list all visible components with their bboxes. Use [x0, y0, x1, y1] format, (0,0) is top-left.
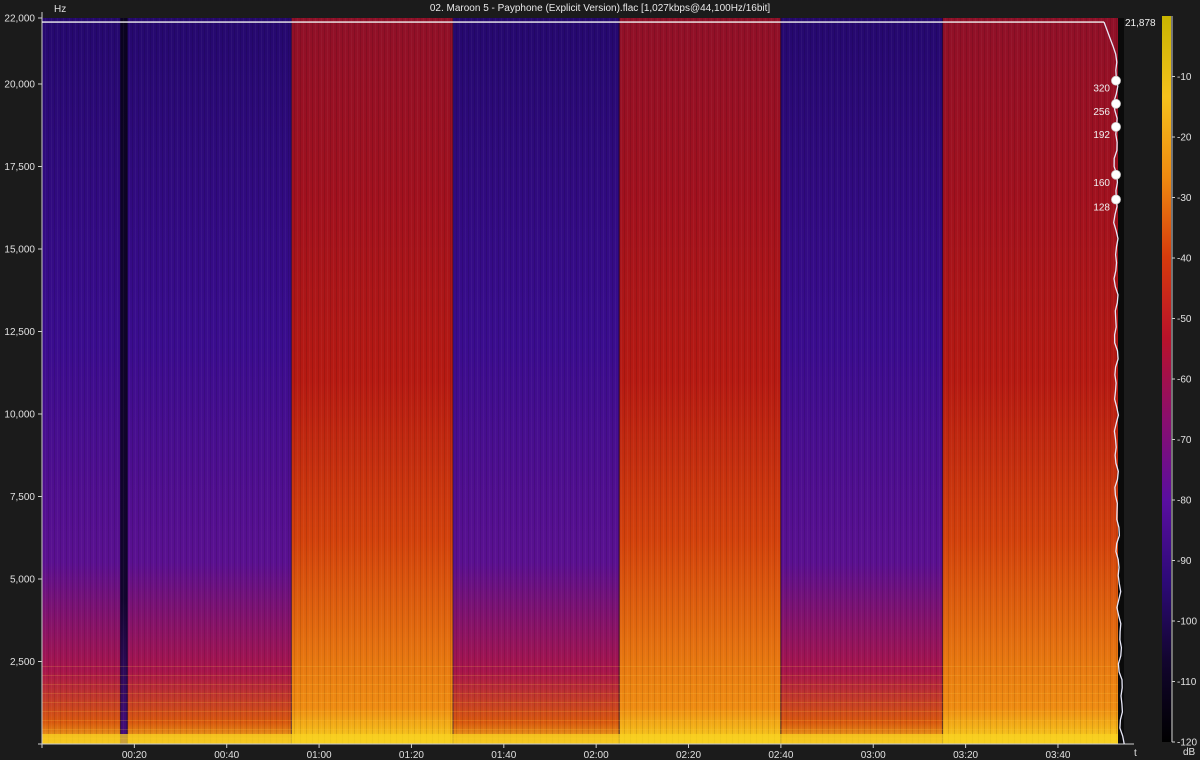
y-tick-label: 12,500 — [4, 327, 35, 338]
x-tick-label: 01:40 — [491, 750, 516, 760]
y-tick-label: 17,500 — [4, 162, 35, 173]
x-tick-label: 03:00 — [861, 750, 886, 760]
colorbar-tick-label: -110 — [1177, 677, 1197, 688]
x-tick-label: 02:20 — [676, 750, 701, 760]
bitrate-marker-label: 128 — [1093, 203, 1110, 214]
colorbar-gradient-bar — [1162, 16, 1171, 742]
colorbar-tick-label: -100 — [1177, 617, 1197, 628]
spectrogram-chart: Hz t 2,500 5,000 7,500 10,000 12,500 15,000 17,… — [4, 4, 1197, 760]
x-tick-label: 01:20 — [399, 750, 424, 760]
spectrogram-overlay — [42, 18, 1124, 744]
y-tick-label: 5,000 — [10, 575, 35, 586]
y-axis-ticks: 2,500 5,000 7,500 10,000 12,500 15,000 17,500 2… — [4, 14, 42, 668]
bitrate-marker-label: 256 — [1093, 107, 1110, 118]
bitrate-marker-label: 320 — [1093, 84, 1110, 95]
y-tick-label: 7,500 — [10, 492, 35, 503]
texture-bands — [42, 658, 1118, 744]
colorbar-tick-label: -60 — [1177, 375, 1192, 386]
bitrate-marker — [1111, 75, 1121, 86]
y-tick-label: 2,500 — [10, 657, 35, 668]
y-axis-label: Hz — [54, 4, 66, 15]
texture-streaks — [42, 18, 1118, 744]
y-tick-label: 22,000 — [4, 14, 35, 25]
bitrate-marker-label: 160 — [1093, 178, 1110, 189]
x-axis-label: t — [1134, 748, 1137, 759]
x-tick-label: 00:20 — [122, 750, 147, 760]
x-tick-label: 00:40 — [214, 750, 239, 760]
colorbar: -10-20-30-40-50-60-70-80-90-100-110-120d… — [1162, 16, 1197, 758]
colorbar-tick-label: -50 — [1177, 314, 1192, 325]
bitrate-marker-label: 192 — [1093, 130, 1110, 141]
x-axis-ticks: 00:20 00:40 01:00 01:20 01:40 02:00 02:20 02:40… — [122, 744, 1071, 760]
y-tick-label: 15,000 — [4, 245, 35, 256]
colorbar-tick-label: -20 — [1177, 133, 1192, 144]
colorbar-tick-label: -70 — [1177, 435, 1192, 446]
x-tick-label: 03:20 — [953, 750, 978, 760]
y-tick-label: 20,000 — [4, 80, 35, 91]
colorbar-label: dB — [1183, 747, 1196, 758]
x-tick-label: 02:00 — [584, 750, 609, 760]
bitrate-marker — [1111, 122, 1121, 132]
colorbar-tick-label: -40 — [1177, 254, 1192, 265]
bitrate-marker — [1111, 169, 1121, 180]
low-frequency-band — [42, 734, 1118, 744]
x-tick-label: 02:40 — [768, 750, 793, 760]
colorbar-tick-label: -90 — [1177, 556, 1192, 567]
colorbar-tick-label: -30 — [1177, 193, 1192, 204]
spectrogram-view: 02. Maroon 5 - Payphone (Explicit Versio… — [0, 0, 1200, 760]
cutoff-label: 21,878 — [1125, 18, 1156, 29]
colorbar-tick-label: -10 — [1177, 72, 1192, 83]
bitrate-marker — [1111, 194, 1121, 205]
bitrate-marker — [1111, 98, 1121, 109]
x-tick-label: 03:40 — [1045, 750, 1070, 760]
x-tick-label: 01:00 — [307, 750, 332, 760]
colorbar-tick-label: -80 — [1177, 496, 1192, 507]
y-tick-label: 10,000 — [4, 410, 35, 421]
